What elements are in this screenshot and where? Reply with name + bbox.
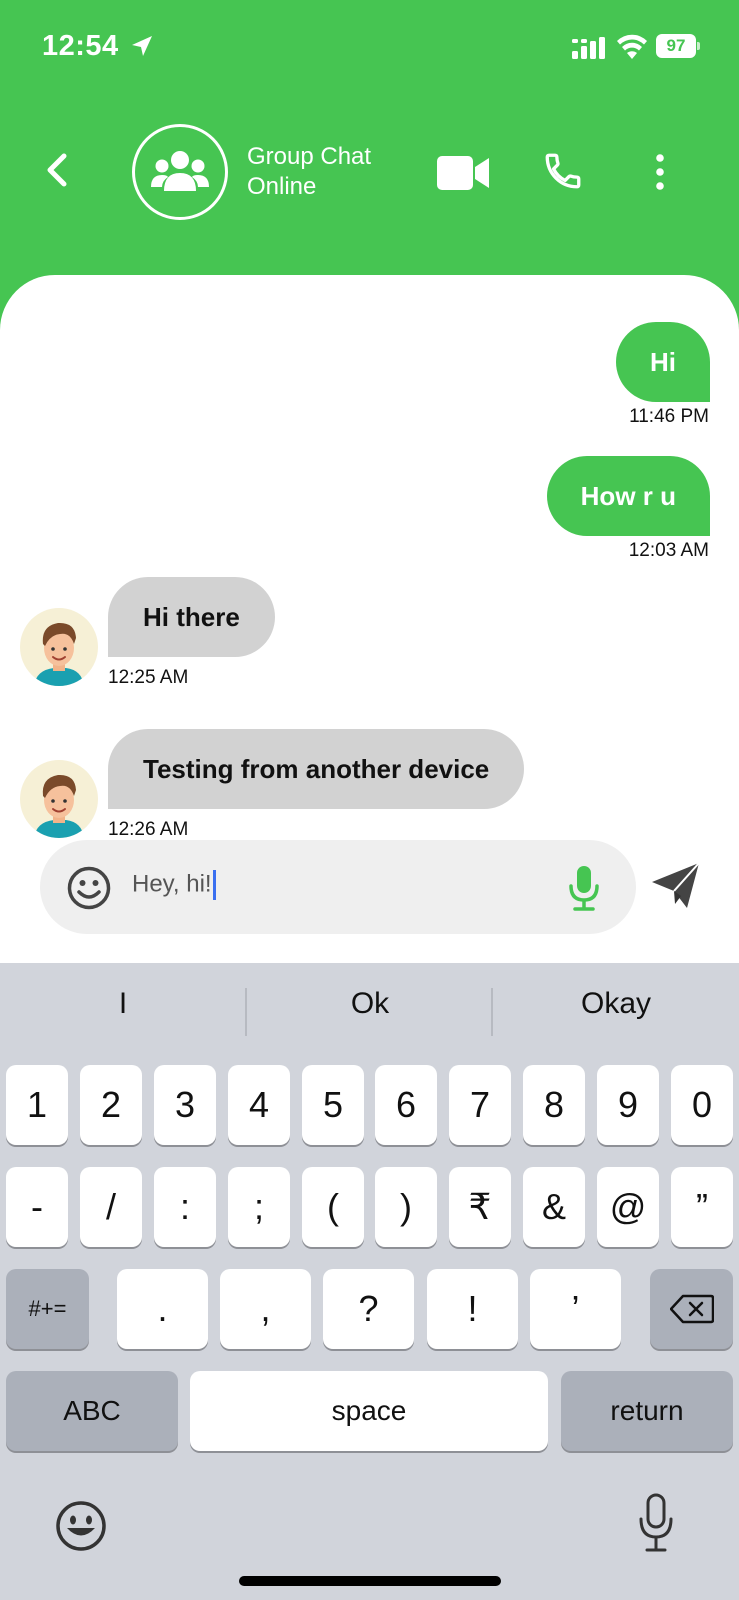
battery-indicator: 97 bbox=[656, 34, 700, 58]
sender-avatar[interactable] bbox=[20, 608, 98, 686]
message-time: 12:03 AM bbox=[628, 540, 709, 561]
group-icon bbox=[151, 151, 209, 191]
key-2[interactable]: 2 bbox=[80, 1065, 142, 1145]
key-comma[interactable]: , bbox=[220, 1269, 311, 1349]
key-8[interactable]: 8 bbox=[523, 1065, 585, 1145]
chat-status: Online bbox=[247, 173, 317, 200]
emoji-button[interactable] bbox=[66, 865, 112, 911]
status-time: 12:54 bbox=[42, 30, 119, 62]
text-cursor bbox=[212, 870, 216, 900]
message-composer: Hey, hi! bbox=[0, 838, 739, 963]
key-rupee[interactable]: ₹ bbox=[449, 1167, 511, 1247]
emoji-keyboard-icon[interactable] bbox=[54, 1499, 108, 1553]
home-indicator[interactable] bbox=[239, 1576, 501, 1586]
message-time: 12:26 AM bbox=[108, 819, 189, 838]
key-semicolon[interactable]: ; bbox=[228, 1167, 290, 1247]
message-bubble-outgoing[interactable]: How r u bbox=[546, 456, 710, 536]
key-9[interactable]: 9 bbox=[597, 1065, 659, 1145]
send-button[interactable] bbox=[650, 860, 702, 912]
key-quote[interactable]: ” bbox=[671, 1167, 733, 1247]
battery-level: 97 bbox=[656, 34, 696, 58]
key-hyphen[interactable]: - bbox=[6, 1167, 68, 1247]
key-ampersand[interactable]: & bbox=[523, 1167, 585, 1247]
key-space[interactable]: space bbox=[190, 1371, 548, 1451]
message-bubble-outgoing[interactable]: Hi bbox=[616, 322, 710, 402]
key-7[interactable]: 7 bbox=[449, 1065, 511, 1145]
key-backspace[interactable] bbox=[650, 1269, 733, 1349]
sender-avatar[interactable] bbox=[20, 760, 98, 838]
message-list[interactable]: Hi 11:46 PM How r u 12:03 AM Hi there 12… bbox=[0, 275, 739, 838]
phone-call-button[interactable] bbox=[542, 150, 584, 192]
key-colon[interactable]: : bbox=[154, 1167, 216, 1247]
battery-tip bbox=[697, 42, 700, 50]
key-exclamation[interactable]: ! bbox=[427, 1269, 518, 1349]
onscreen-keyboard: I Ok Okay 1 2 3 4 5 6 7 8 9 0 - / : ; ( … bbox=[0, 963, 739, 1600]
wifi-icon bbox=[617, 34, 647, 59]
person-avatar-icon bbox=[34, 774, 84, 838]
suggestion-item[interactable]: Ok bbox=[247, 987, 493, 1021]
suggestion-item[interactable]: I bbox=[0, 987, 246, 1021]
cellular-signal-icon bbox=[572, 37, 605, 59]
message-bubble-incoming[interactable]: Hi there bbox=[108, 577, 275, 657]
key-1[interactable]: 1 bbox=[6, 1065, 68, 1145]
key-period[interactable]: . bbox=[117, 1269, 208, 1349]
key-more-symbols[interactable]: #+= bbox=[6, 1269, 89, 1349]
status-bar: 12:54 97 bbox=[0, 0, 739, 90]
key-5[interactable]: 5 bbox=[302, 1065, 364, 1145]
key-3[interactable]: 3 bbox=[154, 1065, 216, 1145]
group-avatar[interactable] bbox=[132, 124, 228, 220]
message-input-value: Hey, hi! bbox=[132, 870, 212, 898]
backspace-icon bbox=[669, 1294, 714, 1324]
message-input[interactable]: Hey, hi! bbox=[132, 870, 216, 900]
location-arrow-icon bbox=[132, 36, 152, 56]
key-4[interactable]: 4 bbox=[228, 1065, 290, 1145]
more-options-button[interactable] bbox=[648, 152, 672, 192]
chat-title[interactable]: Group Chat bbox=[247, 143, 371, 171]
predictive-suggestions: I Ok Okay bbox=[0, 963, 739, 1063]
key-apostrophe[interactable]: ’ bbox=[530, 1269, 621, 1349]
key-slash[interactable]: / bbox=[80, 1167, 142, 1247]
video-call-button[interactable] bbox=[437, 154, 491, 192]
person-avatar-icon bbox=[34, 622, 84, 686]
key-0[interactable]: 0 bbox=[671, 1065, 733, 1145]
voice-message-button[interactable] bbox=[566, 864, 602, 912]
key-open-paren[interactable]: ( bbox=[302, 1167, 364, 1247]
key-at[interactable]: @ bbox=[597, 1167, 659, 1247]
key-close-paren[interactable]: ) bbox=[375, 1167, 437, 1247]
message-bubble-incoming[interactable]: Testing from another device bbox=[108, 729, 525, 809]
suggestion-item[interactable]: Okay bbox=[493, 987, 739, 1021]
message-time: 12:25 AM bbox=[108, 667, 189, 688]
dictation-mic-icon[interactable] bbox=[636, 1493, 676, 1555]
key-question[interactable]: ? bbox=[323, 1269, 414, 1349]
message-time: 11:46 PM bbox=[629, 406, 709, 427]
key-6[interactable]: 6 bbox=[375, 1065, 437, 1145]
back-button[interactable] bbox=[40, 150, 74, 190]
key-return[interactable]: return bbox=[561, 1371, 733, 1451]
message-input-container[interactable]: Hey, hi! bbox=[40, 840, 636, 934]
key-abc[interactable]: ABC bbox=[6, 1371, 178, 1451]
